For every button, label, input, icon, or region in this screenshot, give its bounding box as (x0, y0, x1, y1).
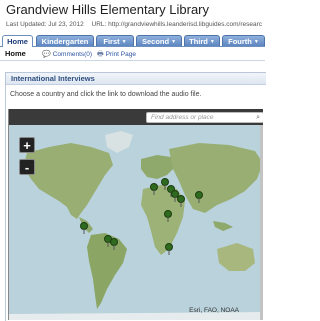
world-map[interactable]: Find address or place ⌕ + - Esri, FAO, N… (8, 109, 263, 320)
map-attribution: Esri, FAO, NOAA (189, 307, 239, 314)
last-updated: Last Updated: Jul 23, 2012 (6, 21, 84, 28)
map-search-input[interactable]: Find address or place ⌕ (146, 112, 263, 123)
tab-bar: Home Kindergarten First ▼ Second ▼ Third ▼ … (0, 33, 265, 47)
print-page-link[interactable]: 🖶 Print Page (97, 50, 136, 61)
tab-kindergarten[interactable]: Kindergarten (36, 35, 94, 46)
chevron-down-icon: ▼ (253, 39, 259, 45)
map-pin[interactable] (164, 210, 172, 222)
comments-link[interactable]: 💬 Comments(0) (42, 50, 92, 58)
guide-url[interactable]: URL: http://grandviewhills.leanderisd.li… (92, 21, 263, 28)
zoom-out-button[interactable]: - (19, 159, 35, 175)
chevron-down-icon: ▼ (121, 39, 127, 45)
map-land (9, 131, 263, 320)
chevron-down-icon: ▼ (209, 39, 215, 45)
zoom-in-button[interactable]: + (19, 137, 35, 153)
map-pin[interactable] (110, 238, 118, 250)
tab-third[interactable]: Third ▼ (184, 35, 220, 46)
instructions-text: Choose a country and click the link to d… (10, 91, 202, 98)
map-pin[interactable] (195, 191, 203, 203)
content-box-title: International Interviews (11, 74, 95, 83)
printer-icon: 🖶 (97, 51, 104, 58)
comment-icon: 💬 (42, 51, 51, 58)
chevron-down-icon: ▼ (171, 39, 177, 45)
content-box-header: International Interviews (6, 73, 266, 85)
map-pin[interactable] (80, 222, 88, 234)
map-pin[interactable] (150, 183, 158, 195)
subnav-home[interactable]: Home (5, 49, 26, 58)
page-title: Grandview Hills Elementary Library (6, 2, 210, 17)
map-pin[interactable] (177, 195, 185, 207)
map-pin[interactable] (165, 243, 173, 255)
tab-fourth[interactable]: Fourth ▼ (222, 35, 265, 46)
tab-home[interactable]: Home (2, 35, 33, 47)
tab-second[interactable]: Second ▼ (136, 35, 182, 46)
search-icon[interactable]: ⌕ (256, 113, 260, 122)
guide-meta: Last Updated: Jul 23, 2012 URL: http://g… (6, 21, 262, 28)
scrollbar[interactable] (260, 125, 263, 320)
sub-navigation: Home 💬 Comments(0) 🖶 Print Page (0, 47, 265, 61)
tab-first[interactable]: First ▼ (96, 35, 134, 46)
